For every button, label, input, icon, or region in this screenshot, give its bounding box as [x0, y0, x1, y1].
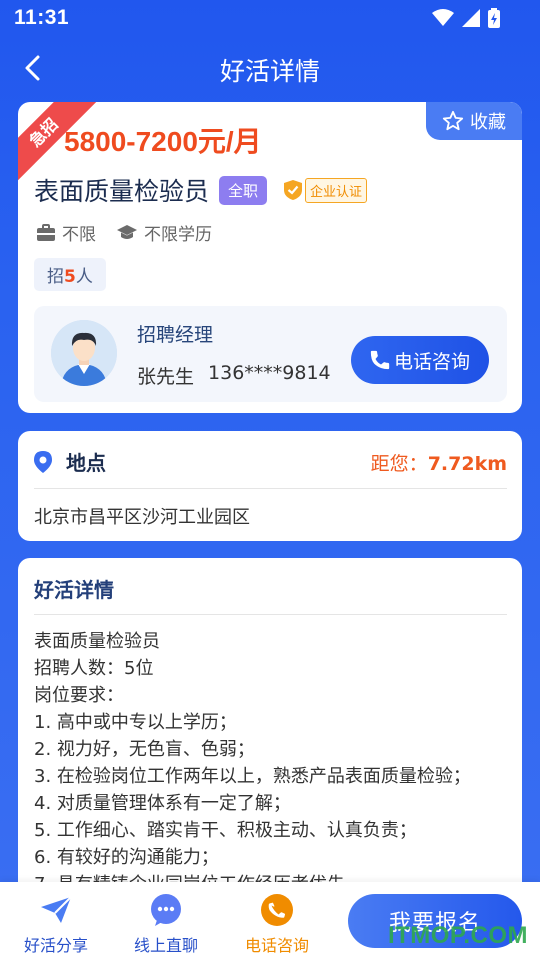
recruiter-name: 张先生 [137, 366, 195, 388]
verified-label: 企业认证 [305, 177, 368, 203]
distance: 距您：7.72km [371, 449, 507, 476]
phone-icon-wrap [259, 892, 295, 928]
education-item: 不限学历 [116, 220, 212, 245]
detail-line: 表面质量检验员 [34, 631, 160, 652]
share-label: 好活分享 [23, 936, 88, 955]
status-icons [432, 8, 500, 28]
share-tab[interactable]: 好活分享 [6, 892, 106, 956]
recruiter-role: 招聘经理 [137, 324, 214, 346]
favorite-button[interactable]: 收藏 [426, 102, 522, 140]
briefcase-icon [37, 223, 55, 241]
experience-text: 不限 [62, 225, 96, 245]
location-label: 地点 [66, 451, 106, 475]
phone-consult-label: 电话咨询 [393, 350, 470, 373]
page-title: 好活详情 [219, 58, 320, 86]
favorite-label: 收藏 [470, 112, 506, 133]
hire-prefix: 招 [47, 267, 64, 287]
wifi-icon [432, 9, 454, 26]
detail-line: 岗位要求： [34, 685, 124, 706]
job-type-badge: 全职 [219, 175, 268, 205]
job-meta: 不限 不限学历 [36, 220, 212, 245]
detail-line: 5. 工作细心、踏实肯干、积极主动、认真负责； [34, 820, 417, 841]
chat-icon-wrap [148, 892, 184, 928]
salary: 5800-7200元/月 [64, 126, 262, 157]
person-avatar-icon [51, 320, 117, 386]
avatar [51, 320, 117, 386]
star-icon [442, 110, 464, 131]
detail-line: 4. 对质量管理体系有一定了解； [34, 793, 291, 814]
location-header: 地点 [32, 447, 106, 476]
phone-consult-tab[interactable]: 电话咨询 [227, 892, 327, 956]
chat-bubble-icon [151, 894, 181, 926]
bottom-action-bar: 好活分享 线上直聊 电话咨询 我要报名 ITMOP.COM [0, 882, 540, 960]
detail-line: 1. 高中或中专以上学历； [34, 712, 237, 733]
detail-line: 6. 有较好的沟通能力； [34, 847, 219, 868]
phone-icon [370, 350, 390, 370]
distance-prefix: 距您： [370, 453, 428, 475]
detail-title: 好活详情 [34, 578, 114, 602]
shield-check-icon [284, 180, 303, 200]
phone-circle-icon [261, 894, 293, 926]
send-icon-wrap [38, 892, 74, 928]
send-icon [41, 896, 72, 923]
online-chat-label: 线上直聊 [133, 936, 198, 955]
location-pin-icon [34, 450, 52, 473]
education-text: 不限学历 [144, 225, 212, 245]
recruiter-info: 张先生 136****9814 [137, 362, 331, 389]
detail-body: 表面质量检验员 招聘人数：5位 岗位要求： 1. 高中或中专以上学历； 2. 视… [34, 628, 512, 898]
status-time: 11:31 [14, 6, 70, 29]
detail-line: 3. 在检验岗位工作两年以上，熟悉产品表面质量检验； [34, 766, 471, 787]
location-card: 地点 距您：7.72km 北京市昌平区沙河工业园区 [18, 431, 522, 541]
status-bar: 11:31 [0, 0, 540, 36]
hire-count: 5 [64, 267, 76, 287]
battery-icon [488, 8, 500, 28]
online-chat-tab[interactable]: 线上直聊 [116, 892, 216, 956]
detail-line: 2. 视力好，无色盲、色弱； [34, 739, 255, 760]
recruiter-phone: 136****9814 [208, 362, 331, 384]
nav-bar: 好活详情 [0, 40, 540, 96]
detail-line: 招聘人数：5位 [34, 658, 154, 679]
job-title-row: 表面质量检验员 全职 企业认证 [34, 172, 368, 208]
hire-count-tag: 招5人 [34, 258, 106, 291]
detail-card: 好活详情 表面质量检验员 招聘人数：5位 岗位要求： 1. 高中或中专以上学历；… [18, 558, 522, 898]
hire-suffix: 人 [75, 267, 93, 287]
address: 北京市昌平区沙河工业园区 [34, 507, 250, 528]
distance-value: 7.72km [427, 453, 507, 475]
divider [34, 614, 507, 615]
job-card: 急招 收藏 5800-7200元/月 表面质量检验员 全职 企业认证 不限 不限… [18, 102, 522, 413]
verified-badge: 企业认证 [283, 177, 368, 203]
divider [34, 488, 507, 489]
recruiter-box: 招聘经理 张先生 136****9814 电话咨询 [34, 306, 507, 402]
graduation-cap-icon [117, 224, 137, 239]
job-title: 表面质量检验员 [34, 177, 210, 206]
signal-icon [462, 9, 480, 27]
phone-consult-button[interactable]: 电话咨询 [351, 336, 489, 384]
experience-item: 不限 [36, 220, 96, 245]
watermark: ITMOP.COM [387, 922, 528, 949]
phone-consult-tab-label: 电话咨询 [244, 936, 309, 955]
